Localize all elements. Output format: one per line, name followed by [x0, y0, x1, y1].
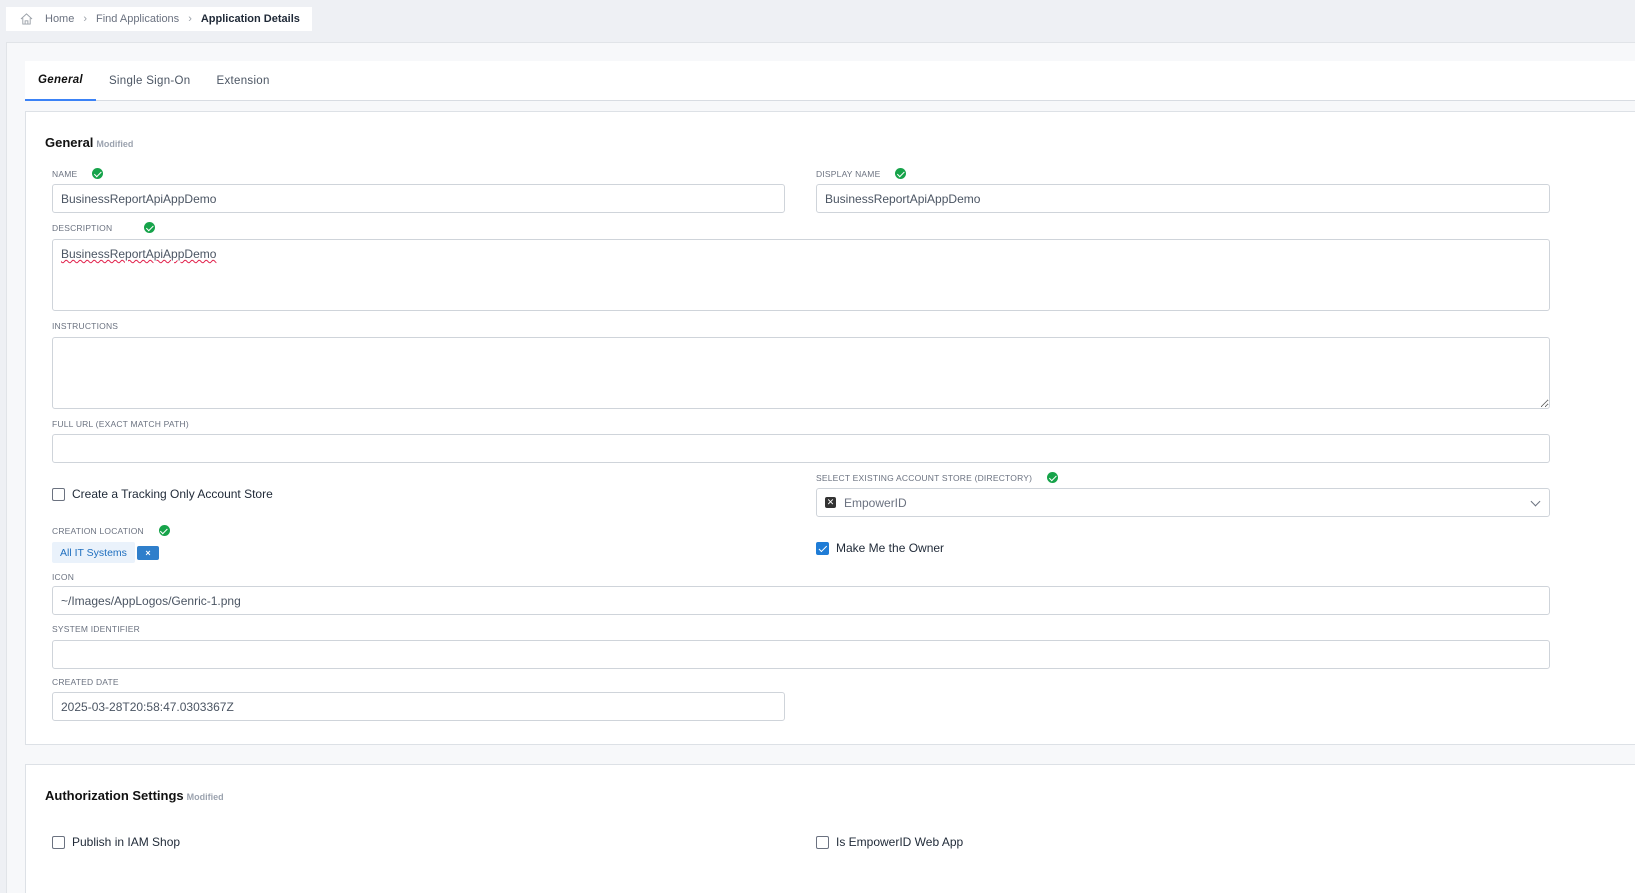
display-name-input[interactable] — [816, 184, 1550, 213]
instructions-label: INSTRUCTIONS — [52, 321, 118, 331]
general-section-title: General Modified — [45, 135, 133, 150]
checkbox-box[interactable] — [52, 835, 65, 849]
general-card: GeneralModified NAME DISPLAY NAME DESCRI… — [25, 111, 1635, 745]
description-value: BusinessReportApiAppDemo — [61, 247, 217, 261]
name-input[interactable] — [52, 184, 785, 213]
is-web-app-label: Is EmpowerID Web App — [836, 835, 964, 849]
icon-label-text: ICON — [52, 572, 75, 582]
breadcrumb-home[interactable]: Home — [45, 13, 74, 25]
remove-tag-button[interactable]: × — [137, 546, 159, 560]
icon-input[interactable] — [52, 586, 1550, 615]
created-date-label: CREATED DATE — [52, 677, 119, 687]
tab-general[interactable]: General — [25, 61, 96, 101]
page-content: General Single Sign-On Extension General… — [6, 42, 1635, 893]
description-textarea[interactable]: BusinessReportApiAppDemo — [52, 239, 1550, 311]
section-title-text: Authorization Settings — [45, 788, 184, 803]
full-url-input[interactable] — [52, 434, 1550, 463]
display-name-label-text: DISPLAY NAME — [816, 168, 881, 179]
modified-badge: Modified — [96, 139, 134, 149]
authorization-card: Authorization Settings Modified Publish i… — [25, 764, 1635, 893]
clear-selection-icon[interactable]: ✕ — [825, 497, 836, 508]
make-owner-label: Make Me the Owner — [836, 541, 945, 555]
section-title-text: General — [45, 135, 94, 150]
instructions-label-text: INSTRUCTIONS — [52, 321, 119, 331]
valid-check-icon — [144, 222, 156, 233]
created-date-input[interactable] — [52, 692, 785, 721]
creation-location-tag: All IT Systems — [52, 542, 135, 563]
icon-label: ICON — [52, 572, 74, 582]
checkbox-box[interactable] — [52, 487, 65, 501]
valid-check-icon — [92, 168, 104, 179]
modified-badge: Modified — [186, 792, 224, 802]
chevron-right-icon: › — [188, 13, 192, 25]
instructions-textarea[interactable] — [52, 337, 1550, 409]
breadcrumb-current: Application Details — [200, 13, 300, 25]
full-url-label-text: FULL URL (EXACT MATCH PATH) — [52, 419, 189, 429]
tab-single-sign-on[interactable]: Single Sign-On — [96, 61, 204, 101]
creation-location-tag-text: All IT Systems — [60, 546, 127, 559]
creation-location-label-text: CREATION LOCATION — [52, 525, 144, 536]
account-store-value: EmpowerID — [844, 495, 907, 510]
description-label: DESCRIPTION — [52, 222, 156, 233]
breadcrumb-find-applications[interactable]: Find Applications — [96, 13, 179, 25]
tracking-store-checkbox[interactable]: Create a Tracking Only Account Store — [52, 487, 273, 501]
chevron-right-icon: › — [83, 13, 88, 25]
is-web-app-checkbox[interactable]: Is EmpowerID Web App — [816, 835, 963, 849]
valid-check-icon — [1047, 472, 1059, 483]
home-icon[interactable] — [20, 13, 33, 25]
tab-extension[interactable]: Extension — [204, 61, 283, 101]
tracking-store-label: Create a Tracking Only Account Store — [72, 487, 273, 501]
creation-location-label: CREATION LOCATION — [52, 525, 170, 536]
account-store-select[interactable]: ✕ EmpowerID — [816, 488, 1550, 517]
full-url-label: FULL URL (EXACT MATCH PATH) — [52, 419, 189, 429]
account-store-label: SELECT EXISTING ACCOUNT STORE (DIRECTORY… — [816, 472, 1059, 483]
name-label: NAME — [52, 168, 104, 179]
valid-check-icon — [158, 525, 170, 536]
valid-check-icon — [895, 168, 907, 179]
system-identifier-input[interactable] — [52, 640, 1550, 669]
breadcrumb: Home › Find Applications › Application D… — [6, 7, 312, 31]
name-label-text: NAME — [52, 168, 78, 179]
chevron-down-icon[interactable] — [1530, 496, 1541, 507]
authorization-section-title: Authorization Settings Modified — [45, 788, 224, 803]
account-store-label-text: SELECT EXISTING ACCOUNT STORE (DIRECTORY… — [816, 472, 1033, 483]
publish-iam-shop-label: Publish in IAM Shop — [72, 835, 181, 849]
checkbox-box[interactable] — [816, 835, 829, 849]
description-label-text: DESCRIPTION — [52, 222, 113, 233]
system-identifier-label: SYSTEM IDENTIFIER — [52, 624, 140, 634]
created-date-label-text: CREATED DATE — [52, 677, 119, 687]
make-owner-checkbox[interactable]: Make Me the Owner — [816, 541, 944, 555]
system-identifier-label-text: SYSTEM IDENTIFIER — [52, 624, 140, 634]
display-name-label: DISPLAY NAME — [816, 168, 907, 179]
publish-iam-shop-checkbox[interactable]: Publish in IAM Shop — [52, 835, 180, 849]
tab-bar: General Single Sign-On Extension — [25, 61, 1635, 101]
checkbox-box-checked[interactable] — [816, 541, 829, 555]
